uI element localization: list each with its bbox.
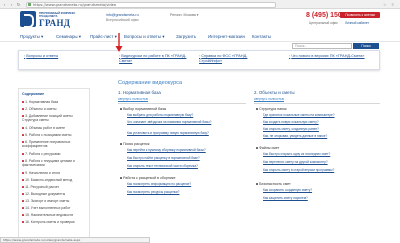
logo-title: ГРАНД [39,18,71,28]
nav-item-pricelist[interactable]: Прайс-лист ▾ [90,34,117,40]
question-link[interactable]: Как перейти к нужному сборнику нормативн… [127,148,242,153]
sidebar-item[interactable]: 16. Контроль сметы и проверка [22,220,89,225]
dropdown-item-fss-help[interactable]: ›Справка по ФСС «ГРАНД-СтройИнфо» [199,54,269,63]
sidebar-item[interactable]: 4. Объемы работ в смете [22,126,89,131]
question-link[interactable]: Как посмотреть ресурсы расценки? [127,190,242,195]
forward-icon[interactable]: › [9,2,14,7]
sidebar-item[interactable]: 8. Работа с текущими ценами и фактически… [22,159,89,168]
cabinet-link[interactable]: Личный кабинет [345,21,369,25]
question-link[interactable]: Как перенести смету на другой компьютер? [263,160,378,165]
nav-item-contacts[interactable]: Контакты [252,34,271,40]
address-bar[interactable]: https://www.grandsmeta.ru/grandsmeta/vid… [26,1,276,8]
header-email[interactable]: info@grandsmeta.ru [106,13,139,17]
header-phone-caption: Центральный офис [309,21,338,25]
nav-item-shop[interactable]: Интернет-магазин [208,34,245,40]
group-title[interactable]: Выбор нормативной базы [120,107,166,111]
faq-dropdown-menu: ›Вопросы и ответы ›Видеоуроки по работе … [18,50,380,70]
question-link[interactable]: Как защитить смету паролем? [263,196,378,201]
sidebar-item[interactable]: 15. Накопительные ведомости [22,213,89,218]
back-icon[interactable]: ‹ [2,2,7,7]
sidebar-item[interactable]: 7. Работа с ресурсами [22,152,89,157]
question-link[interactable]: Как установить в программу новую нормати… [127,131,242,136]
site-logo[interactable]: ПРОГРАММНЫЙ КОМПЛЕКС ГРАНД-СМЕТА ГРАНД [20,11,78,29]
sidebar-item[interactable]: 3. Добавление позиций сметы Структура см… [22,114,89,123]
question-link[interactable]: Как выбрать для работы нормативную базу? [127,113,242,118]
sidebar-item[interactable]: 1. Нормативная база [22,100,89,105]
section-heading: 2. Объекты и сметы [254,90,295,95]
question-link[interactable]: Как сохранить созданную смету? [263,188,378,193]
group-title[interactable]: Работа с расценкой в сборнике [120,176,176,180]
question-link[interactable]: Как открыть смету в старой версии програ… [263,168,378,173]
sidebar-item[interactable]: 11. Ресурсный расчет [22,185,89,190]
question-link[interactable]: Как быстро найти расценку в нормативной … [127,156,242,161]
page-title: Содержание видеокурса [118,80,183,86]
browser-toolbar: ‹ › ↻ https://www.grandsmeta.ru/grandsme… [0,0,400,9]
contents-sidebar: Содержание 1. Нормативная база 2. Объект… [18,88,90,238]
logo-mark-icon [20,11,36,28]
nav-item-download[interactable]: Загрузить [176,34,196,40]
callback-button[interactable]: Позвонить к сметам [340,12,380,18]
search-row: Поиск... Поиск [0,42,400,50]
question-link[interactable]: Как быстро открыть одну из последних сме… [263,152,378,157]
dropdown-item-label: Вопросы и ответы [26,54,59,58]
dropdown-item-faq[interactable]: ›Вопросы и ответы [24,54,84,59]
nav-item-faq[interactable]: Вопросы и ответы ▾ [124,34,164,40]
nav-item-products[interactable]: Продукты ▾ [20,34,43,40]
region-selector[interactable]: Регион: Москва ▾ [170,13,199,17]
collapse-all-link[interactable]: свернуть полностью [254,97,284,101]
sidebar-item[interactable]: 12. Выходные документы [22,192,89,197]
browser-status-bar: https://www.grandsmeta.ru/video/grandsme… [0,237,150,243]
reload-icon[interactable]: ↻ [16,2,21,7]
dropdown-item-label: Видеоуроки по работе в ПК «ГРАНД-Смета» [119,54,187,63]
group-title[interactable]: Поиск расценок [120,142,149,146]
sidebar-item[interactable]: 14. Учет выполненных работ [22,206,89,211]
sidebar-item[interactable]: 5. Работа с позициями сметы [22,133,89,138]
question-link[interactable]: Как, не открывая, увидеть данные в папке… [263,134,378,139]
question-link[interactable]: Как открыть смету, созданную ранее? [263,127,378,132]
question-link[interactable]: Как открыть текст технической части сбор… [127,164,242,169]
question-link[interactable]: Что означает звёздочка на названии норма… [127,120,242,125]
search-button[interactable]: Поиск [353,43,379,49]
group-title[interactable]: Безопасность смет [256,182,291,186]
dropdown-item-label: Справка по ФСС «ГРАНД-СтройИнфо» [199,54,248,63]
dropdown-item-whats-new[interactable]: ›Что нового в версиях ПК «ГРАНД-Смета» [289,54,369,59]
dropdown-item-video-lessons[interactable]: ›Видеоуроки по работе в ПК «ГРАНД-Смета» [119,54,189,63]
lock-icon [28,2,31,6]
divider [118,103,246,104]
sidebar-item[interactable]: 9. Начисления и итоги [22,171,89,176]
browser-menu-icons[interactable]: ☆ ≡ [383,2,396,7]
sidebar-heading: Содержание [22,92,45,96]
sidebar-item[interactable]: 6. Применение поправочных коэффициентов [22,140,89,149]
question-link[interactable]: Где хранятся локальные сметы на компьюте… [263,113,378,118]
group-title[interactable]: Файлы смет [256,146,279,150]
question-link[interactable]: Как посмотреть информацию по расценке? [127,182,242,187]
red-arrow-annotation-icon [115,33,123,52]
collapse-all-link[interactable]: свернуть полностью [118,97,148,101]
question-link[interactable]: Как создать новую локальную смету? [263,120,378,125]
main-nav: Продукты ▾ Семинары ▾ Прайс-лист ▾ Вопро… [0,33,400,42]
sidebar-item[interactable]: 13. Экспорт и импорт сметы [22,199,89,204]
nav-item-seminars[interactable]: Семинары ▾ [56,34,81,40]
dropdown-item-label: Что нового в версиях ПК «ГРАНД-Смета» [291,54,365,58]
search-input[interactable]: Поиск... [292,43,352,49]
sidebar-item[interactable]: 2. Объекты и сметы [22,107,89,112]
header-email-caption: Всероссийский офис [106,18,139,22]
sidebar-item[interactable]: 10. Базисно-индексный метод [22,178,89,183]
section-heading: 1. Нормативная база [118,90,161,95]
group-title[interactable]: Структура папок [256,107,287,111]
site-header: ПРОГРАММНЫЙ КОМПЛЕКС ГРАНД-СМЕТА ГРАНД i… [0,9,400,33]
divider [254,103,380,104]
